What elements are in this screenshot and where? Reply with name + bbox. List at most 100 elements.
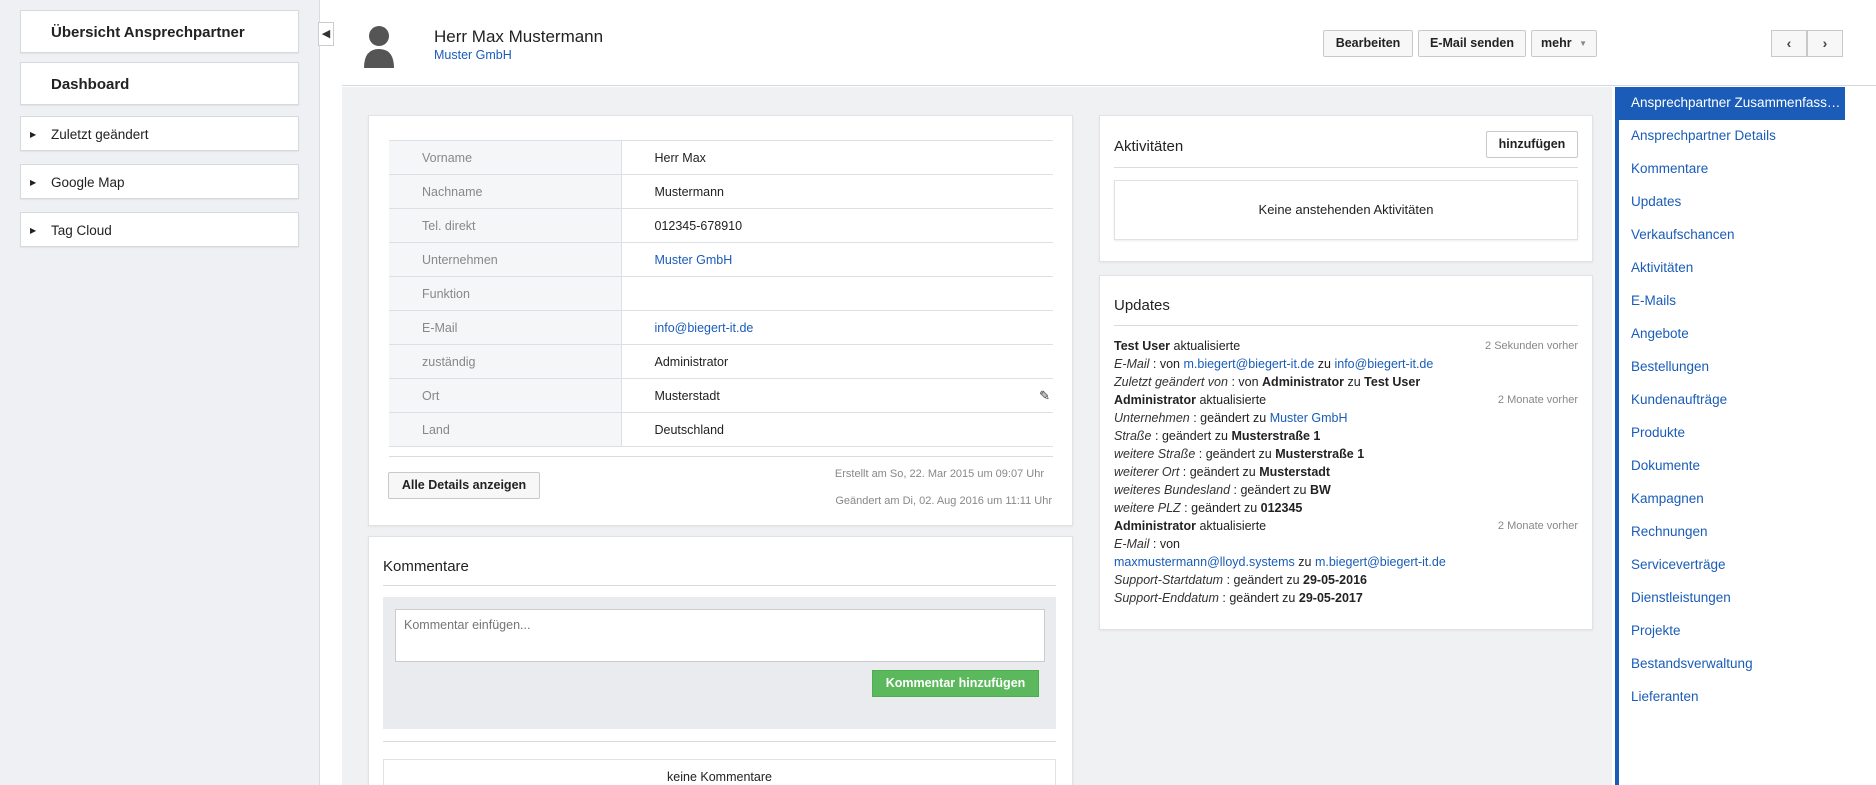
nav-item-campaigns[interactable]: Kampagnen [1619, 483, 1845, 516]
table-row: Tel. direkt 012345-678910 [389, 208, 1053, 243]
no-comments-text: keine Kommentare [667, 770, 772, 784]
table-row: Ort Musterstadt ✎ [389, 378, 1053, 413]
field-label: Funktion [389, 276, 622, 311]
field-value: Herr Max [621, 140, 1053, 175]
update-field: Unternehmen [1114, 411, 1190, 425]
expand-triangle-icon: ▶ [30, 178, 37, 187]
company-change-link[interactable]: Muster GmbH [1270, 411, 1348, 425]
company-value-link[interactable]: Muster GmbH [655, 253, 733, 267]
updates-title: Updates [1114, 297, 1170, 314]
nav-item-opportunities[interactable]: Verkaufschancen [1619, 219, 1845, 252]
nav-item-products[interactable]: Produkte [1619, 417, 1845, 450]
dashboard-box[interactable]: Dashboard [20, 62, 299, 105]
old-email-link[interactable]: m.biegert@biegert-it.de [1183, 357, 1314, 371]
no-activities-box: Keine anstehenden Aktivitäten [1114, 180, 1578, 240]
more-label: mehr [1541, 36, 1572, 50]
nav-item-sales-orders[interactable]: Kundenaufträge [1619, 384, 1845, 417]
update-field: weiteres Bundesland [1114, 483, 1231, 497]
update-time: 2 Monate vorher [1497, 520, 1578, 532]
nav-item-documents[interactable]: Dokumente [1619, 450, 1845, 483]
new-email-link[interactable]: m.biegert@biegert-it.de [1315, 555, 1446, 569]
created-timestamp: Erstellt am So, 22. Mar 2015 um 09:07 Uh… [834, 468, 1044, 480]
pencil-edit-icon[interactable]: ✎ [1039, 388, 1050, 404]
comment-input[interactable] [395, 609, 1045, 662]
email-value-link[interactable]: info@biegert-it.de [655, 321, 754, 335]
nav-item-updates[interactable]: Updates [1619, 186, 1845, 219]
person-avatar-icon [364, 26, 394, 68]
update-value: 29-05-2017 [1298, 591, 1363, 605]
nav-item-projects[interactable]: Projekte [1619, 615, 1845, 648]
update-text: geändert zu [1200, 411, 1267, 425]
send-email-button[interactable]: E-Mail senden [1418, 30, 1526, 57]
update-value: BW [1309, 483, 1331, 497]
nav-item-quotes[interactable]: Angebote [1619, 318, 1845, 351]
divider [383, 585, 1056, 586]
update-time: 2 Sekunden vorher [1485, 340, 1578, 352]
update-text: geändert zu [1233, 573, 1300, 587]
divider [389, 456, 1053, 457]
chevron-right-icon: › [1822, 35, 1828, 51]
nav-item-inventory[interactable]: Bestandsverwaltung [1619, 648, 1845, 681]
sidebar-item-tag-cloud[interactable]: ▶ Tag Cloud [20, 212, 299, 247]
field-value [621, 276, 1053, 311]
update-entry: Test User aktualisierte 2 Sekunden vorhe… [1114, 339, 1578, 389]
nav-item-emails[interactable]: E-Mails [1619, 285, 1845, 318]
chevron-left-icon: ‹ [1786, 35, 1792, 51]
table-row: E-Mail info@biegert-it.de [389, 310, 1053, 345]
collapse-sidebar-button[interactable]: ◀ [318, 22, 334, 46]
company-link[interactable]: Muster GmbH [434, 48, 512, 62]
update-value: Administrator [1262, 375, 1344, 389]
update-text: geändert zu [1240, 483, 1307, 497]
field-value: Mustermann [621, 174, 1053, 209]
updates-panel: Updates Test User aktualisierte 2 Sekund… [1099, 275, 1593, 630]
details-table: Vorname Herr Max Nachname Mustermann Tel. … [389, 140, 1053, 447]
update-value: Musterstraße 1 [1231, 429, 1321, 443]
update-field: weitere Straße [1114, 447, 1196, 461]
table-row: Funktion [389, 276, 1053, 311]
update-user: Test User [1114, 339, 1171, 353]
left-sidebar: Übersicht Ansprechpartner Dashboard ▶ Zu… [0, 0, 320, 785]
field-label: Ort [389, 378, 622, 413]
nav-item-service-contracts[interactable]: Serviceverträge [1619, 549, 1845, 582]
show-all-details-button[interactable]: Alle Details anzeigen [388, 472, 540, 499]
nav-item-services[interactable]: Dienstleistungen [1619, 582, 1845, 615]
more-dropdown[interactable]: mehr ▼ [1531, 30, 1597, 57]
update-text: zu [1347, 375, 1361, 389]
field-label: E-Mail [389, 310, 622, 345]
update-field: Support-Startdatum [1114, 573, 1224, 587]
sidebar-item-google-map[interactable]: ▶ Google Map [20, 164, 299, 199]
prev-record-button[interactable]: ‹ [1771, 30, 1807, 57]
update-field: E-Mail [1114, 357, 1150, 371]
old-email-link[interactable]: maxmustermann@lloyd.systems [1114, 555, 1295, 569]
add-activity-button[interactable]: hinzufügen [1486, 131, 1578, 158]
overview-contacts-box[interactable]: Übersicht Ansprechpartner [20, 10, 299, 53]
nav-item-details[interactable]: Ansprechpartner Details [1619, 120, 1845, 153]
field-value: Musterstadt [654, 388, 720, 403]
nav-item-comments[interactable]: Kommentare [1619, 153, 1845, 186]
field-label: Land [389, 412, 622, 447]
edit-button[interactable]: Bearbeiten [1323, 30, 1413, 57]
update-field: Support-Enddatum [1114, 591, 1219, 605]
no-activities-text: Keine anstehenden Aktivitäten [1258, 202, 1434, 217]
update-field: Zuletzt geändert von [1114, 375, 1228, 389]
field-label: Vorname [389, 140, 622, 175]
update-text: geändert zu [1161, 429, 1228, 443]
nav-item-invoices[interactable]: Rechnungen [1619, 516, 1845, 549]
nav-item-summary[interactable]: Ansprechpartner Zusammenfassu... [1619, 87, 1845, 120]
sidebar-item-label: Tag Cloud [51, 223, 112, 238]
divider [1114, 167, 1578, 168]
divider [1114, 325, 1578, 326]
nav-item-activities[interactable]: Aktivitäten [1619, 252, 1845, 285]
chevron-left-icon: ◀ [321, 28, 331, 40]
sidebar-item-recently-changed[interactable]: ▶ Zuletzt geändert [20, 116, 299, 151]
no-comments-box: keine Kommentare [383, 759, 1056, 785]
nav-item-purchase-orders[interactable]: Bestellungen [1619, 351, 1845, 384]
update-field: Straße [1114, 429, 1152, 443]
new-email-link[interactable]: info@biegert-it.de [1334, 357, 1433, 371]
next-record-button[interactable]: › [1807, 30, 1843, 57]
add-comment-button[interactable]: Kommentar hinzufügen [872, 670, 1039, 697]
update-time: 2 Monate vorher [1497, 394, 1578, 406]
nav-item-vendors[interactable]: Lieferanten [1619, 681, 1845, 714]
field-label: Tel. direkt [389, 208, 622, 243]
section-nav: Ansprechpartner Zusammenfassu... Ansprec… [1615, 87, 1845, 785]
